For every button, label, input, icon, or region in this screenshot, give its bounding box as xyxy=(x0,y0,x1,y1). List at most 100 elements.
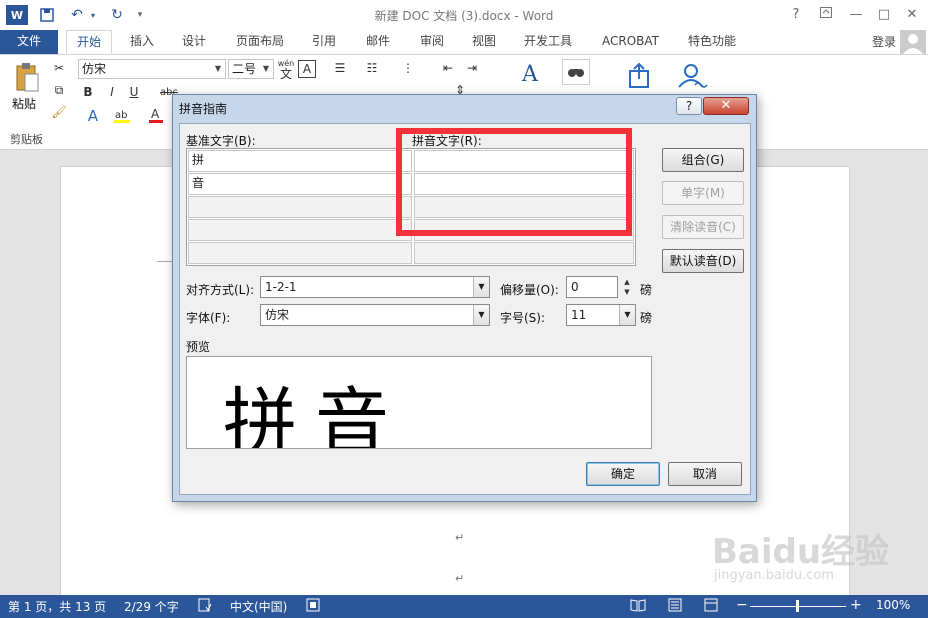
watermark-brand: Baidu经验 xyxy=(712,532,890,572)
avatar[interactable] xyxy=(900,30,926,54)
character-border-icon[interactable]: A xyxy=(298,60,316,78)
title-bar: W ↶ ▾ ↻ ▾ 新建 DOC 文档 (3).docx - Word ? — … xyxy=(0,0,928,30)
increase-indent-icon[interactable]: ⇥ xyxy=(462,59,482,77)
tab-review[interactable]: 审阅 xyxy=(410,30,454,54)
paste-button[interactable]: 粘贴 xyxy=(12,95,36,112)
share-icon[interactable] xyxy=(624,61,654,91)
sign-icon[interactable] xyxy=(676,61,710,91)
offset-input[interactable]: 0 ▲ ▼ xyxy=(566,276,630,298)
offset-label: 偏移量(O): xyxy=(500,283,559,297)
zoom-in-button[interactable]: + xyxy=(850,597,862,613)
svg-text:A: A xyxy=(151,107,160,121)
watermark-url: jingyan.baidu.com xyxy=(714,568,834,583)
font-select[interactable]: 仿宋 ▼ xyxy=(260,304,490,326)
tab-view[interactable]: 视图 xyxy=(462,30,506,54)
text-effects-icon[interactable]: A xyxy=(84,107,102,125)
cancel-button[interactable]: 取消 xyxy=(668,462,742,486)
help-button[interactable]: ? xyxy=(782,4,810,26)
font-size-combo[interactable]: 二号 ▼ xyxy=(228,59,274,79)
default-reading-button[interactable]: 默认读音(D) xyxy=(662,249,744,273)
svg-text:ab: ab xyxy=(115,110,127,121)
tab-developer[interactable]: 开发工具 xyxy=(514,30,582,54)
offset-spinner-icon[interactable]: ▲ ▼ xyxy=(619,277,635,297)
format-painter-icon[interactable]: 🖌 xyxy=(50,103,68,121)
zoom-level[interactable]: 100% xyxy=(876,598,910,612)
zoom-out-button[interactable]: − xyxy=(736,597,748,613)
ruby-text-cell[interactable] xyxy=(414,150,634,172)
mono-button[interactable]: 单字(M) xyxy=(662,181,744,205)
dialog-close-button[interactable]: ✕ xyxy=(703,97,749,115)
tab-special-features[interactable]: 特色功能 xyxy=(678,30,746,54)
chevron-down-icon[interactable]: ▼ xyxy=(473,277,489,297)
paste-icon[interactable] xyxy=(12,61,42,95)
ruby-text-cell xyxy=(414,196,634,218)
bullets-icon[interactable]: ☰ xyxy=(330,59,350,77)
bold-button[interactable]: B xyxy=(80,83,96,101)
styles-icon[interactable]: A xyxy=(514,59,546,89)
base-text-cell[interactable]: 拼 xyxy=(188,150,412,172)
ruby-text-cell[interactable] xyxy=(414,173,634,195)
ribbon-tabs: 文件 开始 插入 设计 页面布局 引用 邮件 审阅 视图 开发工具 ACROBA… xyxy=(0,30,928,54)
cut-icon[interactable]: ✂ xyxy=(50,59,68,77)
dialog-body: 基准文字(B): 拼音文字(R): 拼 音 组合(G) 单字(M) 清除读音(C… xyxy=(179,123,751,495)
minimize-button[interactable]: — xyxy=(842,4,870,26)
font-size-value: 二号 xyxy=(232,62,257,76)
phonetic-guide-icon[interactable]: wén 文 xyxy=(276,57,296,81)
chevron-down-icon[interactable]: ▼ xyxy=(211,60,225,78)
font-name-combo[interactable]: 仿宋 ▼ xyxy=(78,59,226,79)
tab-insert[interactable]: 插入 xyxy=(120,30,164,54)
chevron-down-icon[interactable]: ▼ xyxy=(259,60,273,78)
word-count[interactable]: 2/29 个字 xyxy=(124,598,179,615)
close-button[interactable]: ✕ xyxy=(898,4,926,26)
tab-references[interactable]: 引用 xyxy=(302,30,346,54)
base-text-label: 基准文字(B): xyxy=(186,134,256,148)
numbering-icon[interactable]: ☷ xyxy=(362,59,382,77)
find-icon[interactable] xyxy=(562,59,590,85)
preview-label: 预览 xyxy=(186,340,211,354)
read-mode-icon[interactable] xyxy=(630,598,646,615)
underline-button[interactable]: U xyxy=(126,83,142,101)
web-layout-icon[interactable] xyxy=(704,598,718,615)
highlight-icon[interactable]: ab xyxy=(112,105,132,125)
restore-button[interactable]: □ xyxy=(870,4,898,26)
phonetic-grid: 拼 音 xyxy=(186,148,636,266)
print-layout-icon[interactable] xyxy=(668,598,682,615)
offset-unit: 磅 xyxy=(640,283,653,297)
dialog-title: 拼音指南 xyxy=(179,102,228,116)
size-select[interactable]: 11 ▼ xyxy=(566,304,636,326)
alignment-label: 对齐方式(L): xyxy=(186,283,255,297)
dialog-help-button[interactable]: ? xyxy=(676,97,702,115)
tab-mailings[interactable]: 邮件 xyxy=(356,30,400,54)
multilevel-list-icon[interactable]: ⋮ xyxy=(398,59,418,77)
zoom-slider-thumb[interactable] xyxy=(796,600,799,612)
paragraph-mark: ↵ xyxy=(455,531,465,544)
font-name-value: 仿宋 xyxy=(82,62,107,76)
macro-recording-icon[interactable] xyxy=(306,598,320,615)
ruby-text-cell xyxy=(414,219,634,241)
tab-file[interactable]: 文件 xyxy=(0,30,58,54)
tab-acrobat[interactable]: ACROBAT xyxy=(592,30,669,54)
tab-page-layout[interactable]: 页面布局 xyxy=(226,30,294,54)
ok-button[interactable]: 确定 xyxy=(586,462,660,486)
tab-home[interactable]: 开始 xyxy=(66,30,113,54)
copy-icon[interactable]: ⧉ xyxy=(50,81,68,99)
proofing-icon[interactable] xyxy=(198,598,212,615)
language-indicator[interactable]: 中文(中国) xyxy=(230,598,287,615)
ribbon-display-options-icon[interactable] xyxy=(812,4,840,26)
alignment-value: 1-2-1 xyxy=(265,280,297,294)
chevron-down-icon[interactable]: ▼ xyxy=(619,305,635,325)
alignment-select[interactable]: 1-2-1 ▼ xyxy=(260,276,490,298)
group-button[interactable]: 组合(G) xyxy=(662,148,744,172)
chevron-down-icon[interactable]: ▼ xyxy=(473,305,489,325)
base-text-cell[interactable]: 音 xyxy=(188,173,412,195)
sign-in-link[interactable]: 登录 xyxy=(872,33,896,50)
font-value: 仿宋 xyxy=(265,308,290,322)
font-color-icon[interactable]: A xyxy=(146,105,166,125)
decrease-indent-icon[interactable]: ⇤ xyxy=(438,59,458,77)
paragraph-mark: ↵ xyxy=(455,572,465,585)
page-count[interactable]: 第 1 页，共 13 页 xyxy=(8,598,106,615)
tab-design[interactable]: 设计 xyxy=(172,30,216,54)
base-text-cell xyxy=(188,196,412,218)
clear-button[interactable]: 清除读音(C) xyxy=(662,215,744,239)
italic-button[interactable]: I xyxy=(104,83,120,101)
